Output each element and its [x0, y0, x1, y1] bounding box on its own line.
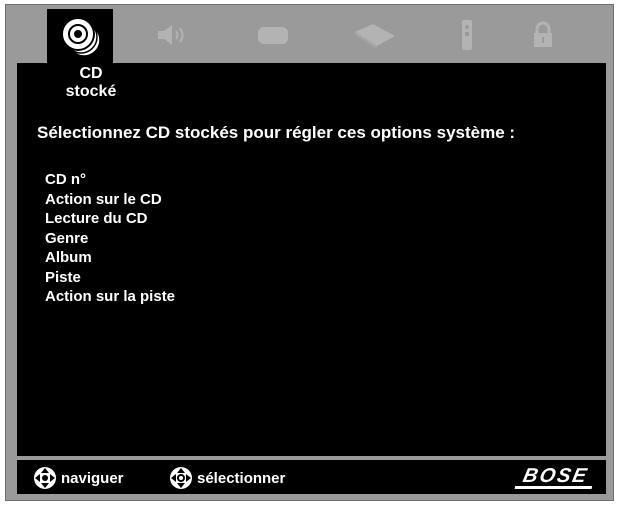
- tab-audio[interactable]: [139, 9, 205, 61]
- option-genre[interactable]: Genre: [45, 229, 175, 249]
- tab-label-line1: CD: [79, 65, 103, 82]
- select-label: sélectionner: [197, 469, 286, 487]
- select-hint: sélectionner: [169, 466, 285, 490]
- active-tab-label: CD stocké: [58, 65, 124, 101]
- option-cd-action[interactable]: Action sur le CD: [45, 190, 175, 210]
- footer-bar: naviguer sélectionner BOSE: [17, 460, 606, 494]
- options-list: CD n° Action sur le CD Lecture du CD Gen…: [45, 170, 175, 307]
- select-pad-icon: [170, 467, 192, 489]
- navigation-pad-icon: [34, 467, 56, 489]
- tab-cd-stored[interactable]: [47, 9, 113, 63]
- tab-video[interactable]: [240, 9, 306, 61]
- icon-tab-bar: [6, 5, 613, 63]
- tab-lock[interactable]: [510, 9, 576, 61]
- option-track-action[interactable]: Action sur la piste: [45, 287, 175, 307]
- menu-screen: CD stocké Sélectionnez CD stockés pour r…: [17, 63, 606, 456]
- option-cd-number[interactable]: CD n°: [45, 170, 175, 190]
- lock-icon: [534, 21, 552, 47]
- media-player-icon: [355, 24, 395, 49]
- stored-cd-icon: [61, 17, 101, 57]
- brand-logo: BOSE: [514, 465, 597, 489]
- tv-icon: [258, 27, 288, 44]
- remote-icon: [462, 20, 472, 50]
- page-title: Sélectionnez CD stockés pour régler ces …: [37, 123, 516, 142]
- option-album[interactable]: Album: [45, 248, 175, 268]
- menu-frame: CD stocké Sélectionnez CD stockés pour r…: [5, 4, 614, 501]
- option-track[interactable]: Piste: [45, 268, 175, 288]
- navigate-hint: naviguer: [33, 466, 124, 490]
- tab-label-line2: stocké: [65, 83, 117, 100]
- tab-source[interactable]: [342, 9, 408, 61]
- option-cd-playback[interactable]: Lecture du CD: [45, 209, 175, 229]
- speaker-icon: [158, 25, 184, 45]
- navigate-label: naviguer: [61, 469, 124, 487]
- tab-remote[interactable]: [434, 9, 500, 61]
